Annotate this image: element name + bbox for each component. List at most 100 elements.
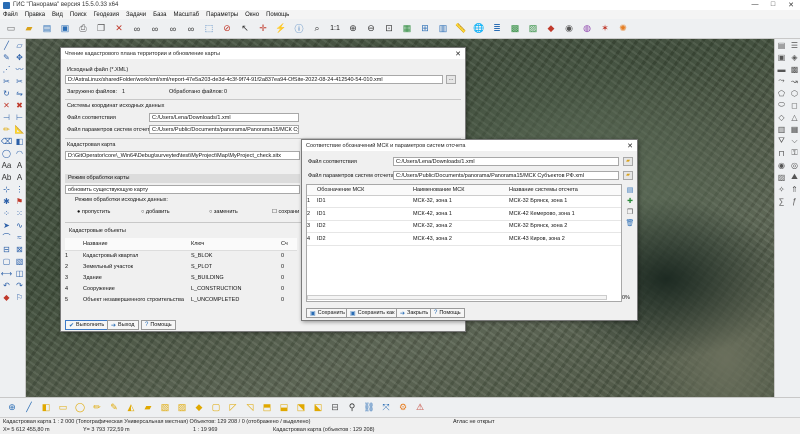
dialog-close-button[interactable]: ✕ (623, 142, 637, 150)
draw-poly-icon[interactable]: ▱ (13, 39, 26, 51)
checkbox-keep[interactable]: ☐ сохрани (272, 209, 299, 215)
hide-icon[interactable]: ◎ (788, 159, 800, 171)
dialog-close-button[interactable]: ✕ (451, 50, 465, 58)
edge-tool-icon[interactable]: ◹ (242, 400, 258, 415)
menu-geodesy[interactable]: Геодезия (94, 12, 119, 18)
label-edit-icon[interactable]: A (13, 171, 26, 183)
chart-icon[interactable]: ▥ (775, 123, 788, 135)
cross-select-icon[interactable]: ✛ (255, 21, 271, 37)
table-row[interactable]: 2 ID1 МСК-42, зона 1 МСК-42 Кемерово, зона … (307, 207, 621, 221)
grid-icon[interactable]: ⊞ (417, 21, 433, 37)
map-mode-select[interactable]: обновить существующую карту (65, 185, 300, 194)
source-file-input[interactable]: D:/AstraLinux/sharedFolder/work/xml/xml/… (65, 75, 443, 84)
ellipse-icon[interactable]: ⬭ (775, 99, 788, 111)
menu-database[interactable]: База (153, 12, 166, 18)
close-button[interactable]: ✕ (782, 1, 800, 9)
help-button[interactable]: ? Помощь (430, 308, 465, 318)
frame-tool-icon[interactable]: ▢ (208, 400, 224, 415)
menu-file[interactable]: Файл (3, 12, 18, 18)
close-dialog-button[interactable]: ➔ Закрыть (396, 308, 433, 318)
symbol-icon[interactable]: ✱ (0, 195, 13, 207)
edit-point-icon[interactable]: ✎ (0, 51, 13, 63)
table-row[interactable]: 1 ID1 МСК-32, зона 1 МСК-32 Брянск, зона 1 (307, 195, 621, 208)
lock-icon[interactable]: ⊓ (775, 147, 788, 159)
bezier-icon[interactable]: ⌒ (0, 231, 13, 243)
info-icon[interactable]: ⓘ (291, 21, 307, 37)
undo-icon[interactable]: ↶ (0, 279, 13, 291)
maximize-button[interactable]: □ (764, 1, 782, 9)
arrow-tool-icon[interactable]: ➤ (0, 219, 13, 231)
close-doc-icon[interactable]: ✕ (111, 21, 127, 37)
area-icon[interactable]: ◫ (13, 267, 26, 279)
params-file-browse-icon[interactable]: ▰ (623, 171, 633, 180)
objects-icon[interactable]: ◆ (543, 21, 559, 37)
cut-tool-icon[interactable]: ⬕ (310, 400, 326, 415)
binoculars-back-icon[interactable]: ∞ (165, 21, 181, 37)
hist-icon[interactable]: ▦ (788, 123, 800, 135)
hexagon-icon[interactable]: ⬡ (788, 87, 800, 99)
hatch-tool-icon[interactable]: ▧ (157, 400, 173, 415)
scale-1to1-button[interactable]: 1:1 (327, 21, 343, 37)
outline-tool-icon[interactable]: ⬒ (259, 400, 275, 415)
ellipse-tool-icon[interactable]: ◯ (72, 400, 88, 415)
copy-icon[interactable]: ❐ (93, 21, 109, 37)
ruler-icon[interactable]: 📏 (453, 21, 469, 37)
menu-scale[interactable]: Масштаб (173, 12, 199, 18)
curve-icon[interactable]: ∿ (13, 219, 26, 231)
cursor-icon[interactable]: ↖ (237, 21, 253, 37)
text-style-icon[interactable]: A (13, 159, 26, 171)
radio-skip[interactable]: ● пропустить (77, 209, 110, 215)
open-folder-icon[interactable]: ▰ (21, 21, 37, 37)
offset-icon[interactable]: ⊠ (13, 243, 26, 255)
save-as-button[interactable]: ▣ Сохранить как (346, 308, 399, 318)
color-wheel-icon[interactable]: ✺ (615, 21, 631, 37)
map-icon[interactable]: ▦ (399, 21, 415, 37)
menu-parameters[interactable]: Параметры (206, 12, 238, 18)
eye-icon[interactable]: ◉ (775, 159, 788, 171)
settings-gear-icon[interactable]: ⚙ (395, 400, 411, 415)
polygon-icon[interactable]: ⬠ (775, 87, 788, 99)
fill-tool-icon[interactable]: ◆ (191, 400, 207, 415)
rect-tool-icon[interactable]: ▭ (55, 400, 71, 415)
corner-tool-icon[interactable]: ◸ (225, 400, 241, 415)
dots-icon[interactable]: ⁙ (13, 207, 26, 219)
grid-snap-icon[interactable]: ⋮ (13, 183, 26, 195)
table-row[interactable]: 3 ID2 МСК-32, зона 2 МСК-32 Брянск, зона 2 (307, 220, 621, 233)
pencil-tool-icon[interactable]: ✏ (89, 400, 105, 415)
line-mark-icon[interactable]: ▬ (775, 63, 788, 75)
palette-icon[interactable]: ◍ (579, 21, 595, 37)
rotate-icon[interactable]: ↻ (0, 87, 13, 99)
draw-line-icon[interactable]: ╱ (0, 39, 13, 51)
table-icon[interactable]: ▥ (435, 21, 451, 37)
spline-icon[interactable]: ≈ (13, 231, 26, 243)
zoom-out-icon[interactable]: ⊖ (363, 21, 379, 37)
cut-line-icon[interactable]: ✂ (13, 75, 26, 87)
vertex-icon[interactable]: ⋰ (0, 63, 13, 75)
snap-icon[interactable]: ⊹ (0, 183, 13, 195)
print-icon[interactable]: ⎙ (75, 21, 91, 37)
radio-replace[interactable]: ○ заменить (209, 209, 238, 215)
scissors-icon[interactable]: ✂ (0, 75, 13, 87)
label-icon[interactable]: Ab (0, 171, 13, 183)
cancel-icon[interactable]: ⊘ (219, 21, 235, 37)
match-file-input[interactable]: C:/Users/Lena/Downloads/1.xml (149, 113, 299, 122)
table-edit-icon[interactable]: ▤ (624, 186, 636, 194)
delete-row-icon[interactable]: 🗑 (624, 219, 636, 227)
shape-tool-icon[interactable]: ◭ (123, 400, 139, 415)
params-file-input[interactable]: C:/Users/Public/Documents/panorama/Panor… (149, 125, 299, 134)
radio-add[interactable]: ○ добавить (141, 209, 170, 215)
help-button[interactable]: ? Помощь (141, 320, 176, 330)
duplicate-row-icon[interactable]: ❐ (624, 208, 636, 216)
new-icon[interactable]: ▭ (3, 21, 19, 37)
map-view-icon[interactable]: ▩ (507, 21, 523, 37)
merge-tool-icon[interactable]: ⬔ (293, 400, 309, 415)
zoom-icon[interactable]: ⌕ (309, 21, 325, 37)
delete-cross-icon[interactable]: ✕ (0, 99, 13, 111)
layers-icon[interactable]: ▤ (39, 21, 55, 37)
calc-icon[interactable]: ∑ (775, 195, 788, 207)
minimize-button[interactable]: — (746, 1, 764, 9)
formula-icon[interactable]: ƒ (788, 195, 800, 207)
table-row[interactable]: 3 Здание S_BUILDING 0 (65, 272, 297, 283)
point-icon[interactable]: ⁘ (0, 207, 13, 219)
binoculars-all-icon[interactable]: ∞ (183, 21, 199, 37)
